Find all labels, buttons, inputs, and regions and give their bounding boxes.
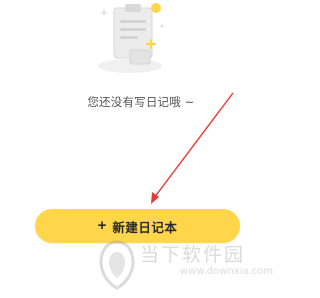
- watermark-logo-icon: [99, 240, 135, 290]
- watermark-url: www.downxia.com: [180, 266, 274, 277]
- watermark: 当下软件园 www.downxia.com: [96, 238, 276, 296]
- empty-state-message: 您还没有写日记哦 ~: [87, 95, 195, 109]
- new-diary-label: 新建日记本: [112, 220, 178, 235]
- plus-icon: +: [97, 217, 107, 234]
- watermark-title: 当下软件园: [140, 244, 246, 266]
- diary-empty-page: 您还没有写日记哦 ~ + 新建日记本 当下软件园 www.downxia.com: [0, 0, 282, 298]
- empty-clipboard-illustration: [98, 3, 164, 73]
